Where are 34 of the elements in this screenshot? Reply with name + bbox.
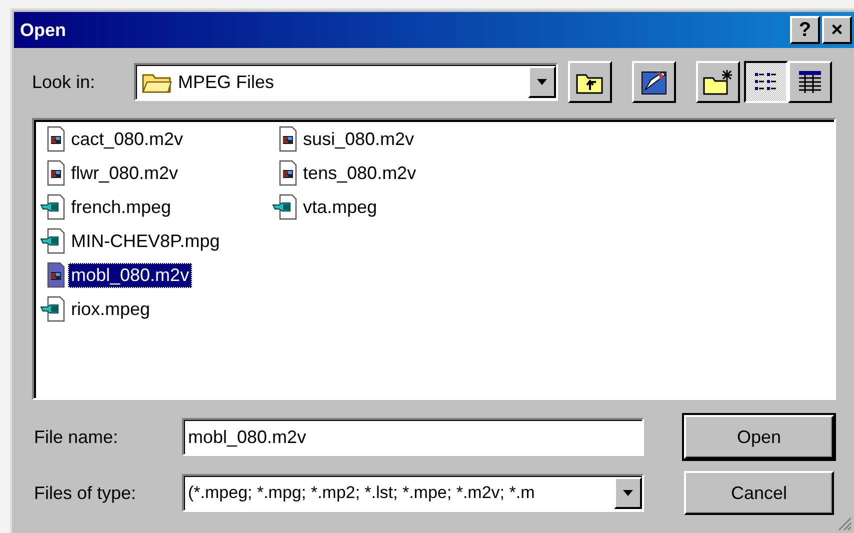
up-folder-button[interactable]	[568, 61, 612, 103]
camera-file-icon	[272, 194, 298, 220]
details-view-icon	[797, 69, 823, 95]
cancel-button[interactable]: Cancel	[684, 471, 834, 515]
new-folder-icon	[703, 69, 733, 95]
look-in-label: Look in:	[32, 72, 96, 92]
file-name-field[interactable]: mobl_080.m2v	[182, 418, 644, 456]
file-name-item[interactable]: tens_080.m2v	[300, 160, 420, 186]
file-name-item[interactable]: MIN-CHEV8P.mpg	[68, 228, 223, 254]
file-type-dropdown[interactable]: (*.mpeg; *.mpg; *.mp2; *.lst; *.mpe; *.m2v; *.m	[182, 474, 644, 512]
file-name-item[interactable]: flwr_080.m2v	[68, 160, 182, 186]
file-name-item[interactable]: french.mpeg	[68, 194, 174, 220]
look-in-value: MPEG Files	[178, 72, 274, 92]
help-button[interactable]: ?	[790, 16, 820, 44]
camera-file-icon	[40, 194, 66, 220]
new-folder-button[interactable]	[696, 61, 740, 103]
look-in-dropdown[interactable]: MPEG Files	[134, 63, 558, 101]
file-name-item[interactable]: mobl_080.m2v	[68, 262, 192, 288]
file-name-item[interactable]: susi_080.m2v	[300, 126, 418, 152]
desktop-button[interactable]	[632, 61, 676, 103]
resize-grip-icon[interactable]	[836, 515, 852, 531]
file-name-item[interactable]: vta.mpeg	[300, 194, 380, 220]
open-button[interactable]: Open	[684, 415, 834, 459]
close-button[interactable]: ×	[822, 16, 852, 44]
list-view-button[interactable]	[744, 61, 788, 103]
file-name-item[interactable]: riox.mpeg	[68, 296, 154, 322]
camera-file-icon	[40, 228, 66, 254]
camera-file-icon	[40, 296, 66, 322]
file-type-label: Files of type:	[34, 482, 138, 504]
file-type-value: (*.mpeg; *.mpg; *.mp2; *.lst; *.mpe; *.m2v; *.m	[188, 483, 535, 503]
details-view-button[interactable]	[788, 61, 832, 103]
file-name-item[interactable]: cact_080.m2v	[68, 126, 186, 152]
window-title: Open	[20, 20, 68, 40]
file-name-label: File name:	[34, 426, 120, 448]
